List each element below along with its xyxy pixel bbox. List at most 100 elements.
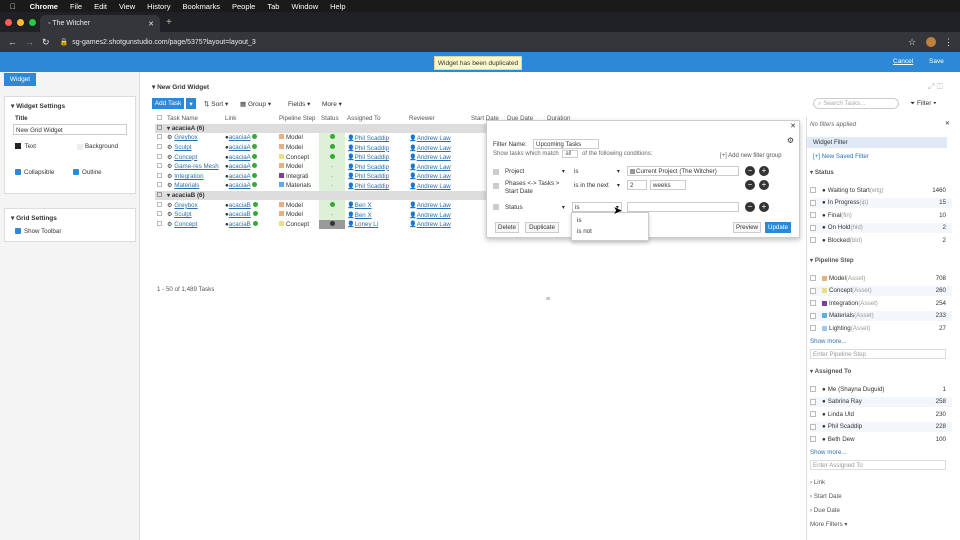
forward-icon[interactable]: → [25,37,34,47]
task-name-cell[interactable]: ⚙ Materials [165,181,223,191]
link-cell[interactable]: ●acaciaB [223,200,277,210]
reviewer-cell[interactable]: 👤Andrew Law [407,210,469,220]
task-name-cell[interactable]: ⚙ Concept [165,220,223,230]
collapsible-checkbox[interactable] [15,169,21,176]
enter-pipeline-input[interactable]: Enter Pipeline Step [810,349,946,359]
task-name-cell[interactable]: ⚙ Integration [165,172,223,182]
remove-row3-button[interactable]: − [745,202,755,212]
link-cell[interactable]: ●acaciaA [223,172,277,182]
status-cell[interactable]: - [319,171,345,182]
title-input[interactable]: New Grid Widget [13,124,127,135]
menu-help[interactable]: Help [330,2,345,11]
status-cell[interactable]: - [319,161,345,172]
widget-settings-title[interactable]: ▾ Widget Settings [11,102,129,110]
profile-avatar[interactable] [926,37,936,47]
menu-app[interactable]: Chrome [30,2,58,11]
menu-edit[interactable]: Edit [94,2,107,11]
assigned-cell[interactable]: 👤Ben X [345,200,407,210]
remove-row2-button[interactable]: − [745,180,755,190]
link-cell[interactable]: ●acaciaA [223,162,277,172]
task-name-cell[interactable]: ⚙ Sculpt [165,143,223,153]
add-row3-button[interactable]: + [759,202,769,212]
assigned-cell[interactable]: 👤Phil Scaddip [345,162,407,172]
assigned-cell[interactable]: 👤Phil Scaddip [345,172,407,182]
background-color-swatch[interactable] [77,144,83,150]
menu-tab[interactable]: Tab [267,2,279,11]
widget-filter-row[interactable]: Widget Filter [807,137,947,148]
task-name-cell[interactable]: ⚙ Game-res Mesh [165,162,223,172]
show-toolbar-checkbox[interactable] [15,228,21,235]
filter-checkbox[interactable] [810,436,816,442]
reviewer-cell[interactable]: 👤Andrew Law [407,162,469,172]
link-section-title[interactable]: › Link [810,479,952,486]
row2-checkbox[interactable] [493,183,499,189]
status-cell[interactable]: - [319,181,345,191]
task-name-cell[interactable]: ⚙ Concept [165,152,223,162]
link-cell[interactable]: ●acaciaB [223,210,277,220]
filter-checkbox[interactable] [810,224,816,231]
save-link[interactable]: Save [929,58,944,65]
group-checkbox[interactable] [155,124,165,134]
col-reviewer[interactable]: Reviewer [407,114,469,124]
tab-widget[interactable]: Widget [4,73,36,86]
assign-filter-item[interactable]: ● Phil Scaddip 228 [810,421,952,432]
reviewer-cell[interactable]: 👤Andrew Law [407,220,469,230]
reviewer-cell[interactable]: 👤Andrew Law [407,152,469,162]
col-pipeline-step[interactable]: Pipeline Step [277,114,319,124]
row1-operator-select[interactable]: is ▾ [572,166,622,176]
pipeline-section-title[interactable]: ▾ Pipeline Step [810,257,952,264]
filter-checkbox[interactable] [810,312,816,319]
filter-checkbox[interactable] [810,287,816,294]
kebab-menu-icon[interactable]: ⋮ [944,37,953,48]
status-filter-item[interactable]: ● Final (fin) 10 [810,210,952,220]
expand-icons[interactable]: ⤢ ◫ [928,82,943,92]
status-filter-item[interactable]: ● On Hold (hld) 2 [810,222,952,233]
row1-value-input[interactable]: Current Project (The Witcher) [627,166,739,176]
more-filters-link[interactable]: More Filters ▾ [810,521,952,528]
status-filter-item[interactable]: ● Blocked (bld) 2 [810,235,952,245]
col-assigned-to[interactable]: Assigned To [345,114,407,124]
filter-checkbox[interactable] [810,325,816,331]
menu-people[interactable]: People [232,2,255,11]
due-date-section-title[interactable]: › Due Date [810,507,952,514]
filter-checkbox[interactable] [810,275,816,281]
status-cell[interactable]: - [319,209,345,220]
search-input[interactable]: ⌕ Search Tasks... [813,98,899,109]
cancel-link[interactable]: Cancel [893,58,913,65]
pipe-filter-item[interactable]: Lighting (Asset) 27 [810,323,952,333]
add-row2-button[interactable]: + [759,180,769,190]
add-task-button[interactable]: Add Task [152,98,184,109]
new-saved-filter-link[interactable]: [+] New Saved Filter [813,153,869,160]
pipe-filter-item[interactable]: Materials (Asset) 233 [810,310,952,321]
assigned-cell[interactable]: 👤Phil Scaddip [345,143,407,153]
pipeline-step-cell[interactable]: Model [277,210,319,220]
link-cell[interactable]: ●acaciaB [223,220,277,230]
col-task-name[interactable]: Task Name [165,114,223,124]
fields-menu[interactable]: Fields ▾ [288,100,310,108]
text-color-swatch[interactable] [15,143,21,150]
pipe-filter-item[interactable]: Model (Asset) 708 [810,273,952,283]
outline-checkbox[interactable] [73,169,79,176]
row2-field-select[interactable]: Phases <-> Tasks > Start Date [503,180,567,198]
grid-settings-title[interactable]: ▾ Grid Settings [11,214,129,222]
sort-menu[interactable]: ⇅ Sort ▾ [204,100,228,108]
minimize-window-button[interactable] [17,18,24,26]
row3-field-select[interactable]: Status ▾ [503,202,567,212]
gear-icon[interactable]: ⚙ [787,136,794,145]
assign-filter-item[interactable]: ● Sabrina Ray 258 [810,396,952,407]
resize-handle-icon[interactable]: ≡ [546,296,550,303]
task-name-cell[interactable]: ⚙ Greybox [165,200,223,210]
menu-window[interactable]: Window [291,2,318,11]
apple-icon[interactable]:  [10,2,16,11]
star-icon[interactable]: ☆ [908,37,916,48]
filter-checkbox[interactable] [810,237,816,243]
assigned-section-title[interactable]: ▾ Assigned To [810,368,952,375]
row1-checkbox[interactable] [493,169,499,175]
reviewer-cell[interactable]: 👤Andrew Law [407,200,469,210]
row2-operator-select[interactable]: is in the next ▾ [572,180,622,190]
row-checkbox[interactable] [155,220,165,230]
pipeline-step-cell[interactable]: Materials [277,181,319,191]
option-is-not[interactable]: is not [572,226,648,237]
add-task-dropdown[interactable]: ▾ [186,98,196,109]
link-cell[interactable]: ●acaciaA [223,133,277,143]
